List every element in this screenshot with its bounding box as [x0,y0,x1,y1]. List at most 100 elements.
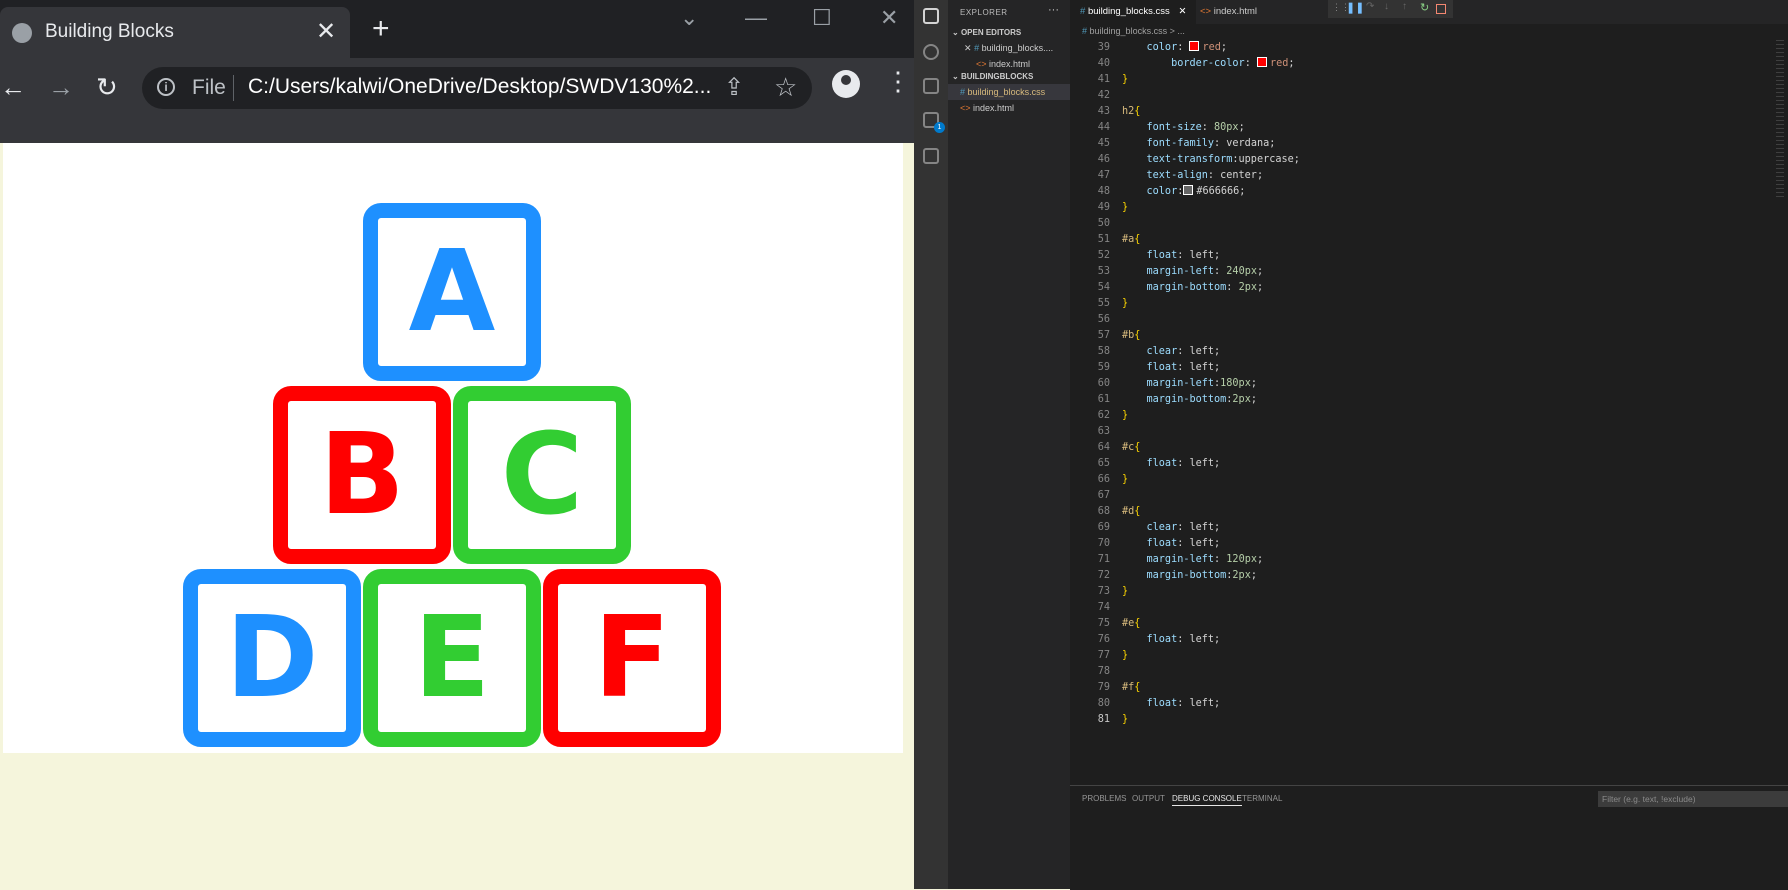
code-line[interactable]: 65 float: left; [1070,456,1774,472]
info-icon[interactable]: i [157,78,175,96]
code-line[interactable]: 49} [1070,200,1774,216]
code-line[interactable]: 75 #e{ [1070,616,1774,632]
step-into-icon[interactable]: ↓ [1384,1,1389,12]
new-tab-button[interactable]: + [372,12,390,46]
minimap[interactable] [1776,40,1784,200]
code-line[interactable]: 67 [1070,488,1774,504]
code-line[interactable]: 54 margin-bottom: 2px; [1070,280,1774,296]
file-item[interactable]: <> index.html [948,100,1070,116]
code-line[interactable]: 73} [1070,584,1774,600]
code-line[interactable]: 50 [1070,216,1774,232]
code-line[interactable]: 81} [1070,712,1774,728]
code-line[interactable]: 53 margin-left: 240px; [1070,264,1774,280]
step-over-icon[interactable]: ↷ [1366,1,1374,12]
code-line[interactable]: 58 clear: left; [1070,344,1774,360]
code-line[interactable]: 72 margin-bottom:2px; [1070,568,1774,584]
back-icon[interactable]: ← [0,72,26,103]
code-line[interactable]: 80 float: left; [1070,696,1774,712]
code-line[interactable]: 44 font-size: 80px; [1070,120,1774,136]
code-line[interactable]: 41} [1070,72,1774,88]
code-editor[interactable]: 39 color: red; 40 border-color: red; 41} 42… [1070,40,1788,782]
line-number: 59 [1097,362,1110,373]
tab-debug-console[interactable]: DEBUG CONSOLE [1172,794,1242,806]
tab-index-html[interactable]: <> index.html [1190,0,1267,24]
line-number: 51 [1097,234,1110,245]
code-line[interactable]: 42 [1070,88,1774,104]
line-number: 55 [1097,298,1110,309]
code-line[interactable]: 51 #a{ [1070,232,1774,248]
open-editor-item[interactable]: <> index.html [948,56,1070,72]
code-line[interactable]: 64 #c{ [1070,440,1774,456]
tab-terminal[interactable]: TERMINAL [1242,794,1282,803]
code-line[interactable]: 56 [1070,312,1774,328]
tab-building-blocks-css[interactable]: # building_blocks.css ✕ [1070,0,1197,24]
minimize-button[interactable]: — [745,5,767,31]
breadcrumb[interactable]: # building_blocks.css > ... [1082,26,1185,36]
code-line[interactable]: 70 float: left; [1070,536,1774,552]
open-editor-item[interactable]: ✕ # building_blocks.... [948,40,1070,56]
file-item[interactable]: # building_blocks.css [948,84,1070,100]
color-swatch-icon[interactable] [1189,41,1200,51]
forward-icon[interactable]: → [48,72,74,103]
browser-menu-icon[interactable]: ⋮ [885,66,911,97]
code-line[interactable]: 59 float: left; [1070,360,1774,376]
color-swatch-icon[interactable] [1183,185,1194,195]
line-code: #e{ [1122,618,1141,629]
close-icon[interactable]: ✕ [1178,6,1186,17]
code-line[interactable]: 43 h2{ [1070,104,1774,120]
code-line[interactable]: 62} [1070,408,1774,424]
code-line[interactable]: 47 text-align: center; [1070,168,1774,184]
code-line[interactable]: 79 #f{ [1070,680,1774,696]
url-text[interactable]: C:/Users/kalwi/OneDrive/Desktop/SWDV130%… [248,75,748,99]
close-icon[interactable]: ✕ [948,43,972,53]
more-actions-icon[interactable]: ··· [1048,4,1059,16]
code-line[interactable]: 52 float: left; [1070,248,1774,264]
code-line[interactable]: 57 #b{ [1070,328,1774,344]
code-line[interactable]: 63 [1070,424,1774,440]
code-line[interactable]: 69 clear: left; [1070,520,1774,536]
stop-icon[interactable] [1436,4,1446,14]
step-out-icon[interactable]: ↑ [1402,1,1407,12]
block-b: B [273,386,451,564]
profile-avatar-icon[interactable] [832,70,860,98]
bookmark-star-icon[interactable]: ☆ [774,72,797,103]
code-line[interactable]: 39 color: red; [1070,40,1774,56]
code-line[interactable]: 45 font-family: verdana; [1070,136,1774,152]
html-file-icon: <> [960,103,971,113]
extensions-icon[interactable] [923,148,939,164]
code-line[interactable]: 66} [1070,472,1774,488]
share-icon[interactable]: ⇪ [724,73,744,102]
source-control-icon[interactable] [923,78,939,94]
code-line[interactable]: 55} [1070,296,1774,312]
code-line[interactable]: 48 color: #666666; [1070,184,1774,200]
color-swatch-icon[interactable] [1256,57,1267,67]
folder-header[interactable]: ⌄ BUILDINGBLOCKS [952,72,1033,81]
line-number: 73 [1097,586,1110,597]
code-line[interactable]: 40 border-color: red; [1070,56,1774,72]
browser-tab[interactable]: Building Blocks ✕ [0,7,350,58]
code-line[interactable]: 61 margin-bottom:2px; [1070,392,1774,408]
tab-close-button[interactable]: ✕ [316,17,336,46]
maximize-button[interactable]: ☐ [812,5,832,31]
tab-search-icon[interactable]: ⌄ [680,5,698,31]
code-line[interactable]: 60 margin-left:180px; [1070,376,1774,392]
code-line[interactable]: 78 [1070,664,1774,680]
code-line[interactable]: 76 float: left; [1070,632,1774,648]
code-line[interactable]: 71 margin-left: 120px; [1070,552,1774,568]
explorer-icon[interactable] [923,8,939,24]
tab-output[interactable]: OUTPUT [1132,794,1165,803]
close-window-button[interactable]: ✕ [880,5,898,31]
open-editors-header[interactable]: ⌄ OPEN EDITORS [952,28,1021,37]
tab-problems[interactable]: PROBLEMS [1082,794,1126,803]
code-line[interactable]: 46 text-transform:uppercase; [1070,152,1774,168]
address-bar[interactable]: i File C:/Users/kalwi/OneDrive/Desktop/S… [142,67,812,109]
pause-icon[interactable]: ❚❚ [1346,1,1364,14]
activity-bar: 1 [914,0,948,889]
reload-icon[interactable]: ↻ [96,72,118,103]
code-line[interactable]: 77} [1070,648,1774,664]
filter-input[interactable]: Filter (e.g. text, !exclude) [1598,791,1788,807]
search-icon[interactable] [923,44,939,60]
code-line[interactable]: 68 #d{ [1070,504,1774,520]
code-line[interactable]: 74 [1070,600,1774,616]
restart-icon[interactable]: ↻ [1420,1,1429,14]
